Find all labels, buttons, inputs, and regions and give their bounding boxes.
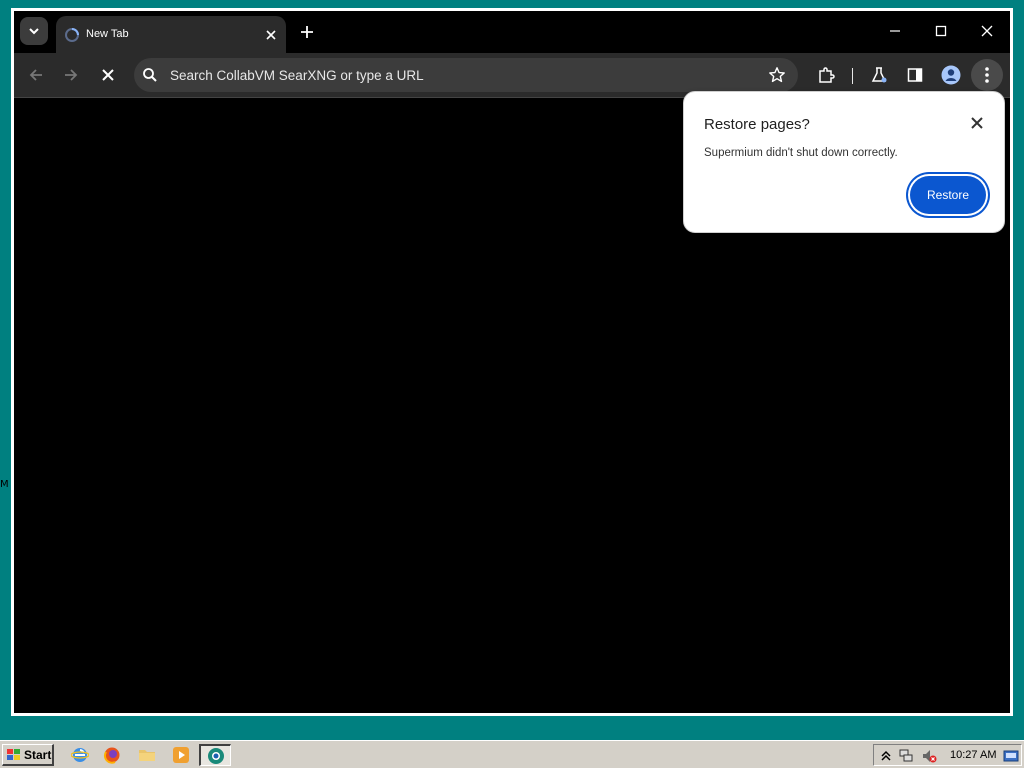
keyboard-icon[interactable] <box>1003 748 1019 764</box>
dialog-close-button[interactable] <box>968 114 986 132</box>
omnibox-placeholder: Search CollabVM SearXNG or type a URL <box>170 68 424 83</box>
tab-new-tab[interactable]: New Tab <box>56 16 286 53</box>
window-close-button[interactable] <box>972 17 1002 45</box>
side-panel-icon <box>907 68 923 82</box>
plus-icon <box>301 26 313 38</box>
close-icon <box>266 30 276 40</box>
forward-icon <box>65 69 78 81</box>
extensions-button[interactable] <box>813 62 839 88</box>
new-tab-button[interactable] <box>296 21 318 43</box>
omnibox[interactable]: Search CollabVM SearXNG or type a URL <box>134 58 798 92</box>
volume-muted-icon[interactable] <box>921 748 937 764</box>
start-label: Start <box>24 747 52 762</box>
search-icon <box>143 68 157 82</box>
dialog-title: Restore pages? <box>704 116 810 133</box>
forward-button[interactable] <box>58 62 84 88</box>
side-panel-button[interactable] <box>902 62 928 88</box>
network-icon[interactable] <box>898 748 914 764</box>
dialog-message: Supermium didn't shut down correctly. <box>704 147 898 159</box>
tab-search-button[interactable] <box>20 17 48 45</box>
extensions-icon <box>819 67 835 83</box>
labs-icon <box>871 67 887 83</box>
restore-pages-dialog: Restore pages? Supermium didn't shut dow… <box>683 91 1005 233</box>
windows-logo-icon <box>7 748 20 760</box>
menu-button[interactable] <box>971 59 1003 91</box>
supermium-icon <box>207 747 224 764</box>
chevron-down-icon <box>29 28 39 35</box>
folder-icon[interactable] <box>138 746 156 764</box>
taskbar-supermium-button[interactable] <box>199 744 231 766</box>
tab-close-button[interactable] <box>262 26 280 44</box>
back-button[interactable] <box>23 62 49 88</box>
tray-expand-icon[interactable] <box>878 748 894 764</box>
internet-explorer-icon[interactable] <box>71 746 89 764</box>
tab-title: New Tab <box>86 28 129 40</box>
close-icon <box>981 25 993 37</box>
tab-strip: New Tab <box>14 11 1010 53</box>
close-icon <box>971 117 983 129</box>
clock[interactable]: 10:27 AM <box>950 749 996 761</box>
media-player-icon[interactable] <box>172 746 190 764</box>
stop-loading-icon <box>102 69 114 81</box>
profile-button[interactable] <box>938 62 964 88</box>
firefox-icon[interactable] <box>103 746 121 764</box>
bookmark-star-icon[interactable] <box>768 66 786 84</box>
system-tray: 10:27 AM <box>873 744 1022 766</box>
toolbar-separator <box>852 68 853 84</box>
taskbar: Start 10:27 AM <box>0 740 1024 768</box>
profile-icon <box>941 65 961 85</box>
restore-button[interactable]: Restore <box>910 176 986 214</box>
minimize-button[interactable] <box>880 17 910 45</box>
maximize-button[interactable] <box>926 17 956 45</box>
back-icon <box>29 69 42 81</box>
menu-icon <box>985 67 989 83</box>
minimize-icon <box>890 30 900 32</box>
maximize-icon <box>935 25 947 37</box>
start-button[interactable]: Start <box>2 744 54 766</box>
labs-button[interactable] <box>866 62 892 88</box>
loading-spinner-icon <box>65 28 79 42</box>
stop-loading-button[interactable] <box>95 62 121 88</box>
